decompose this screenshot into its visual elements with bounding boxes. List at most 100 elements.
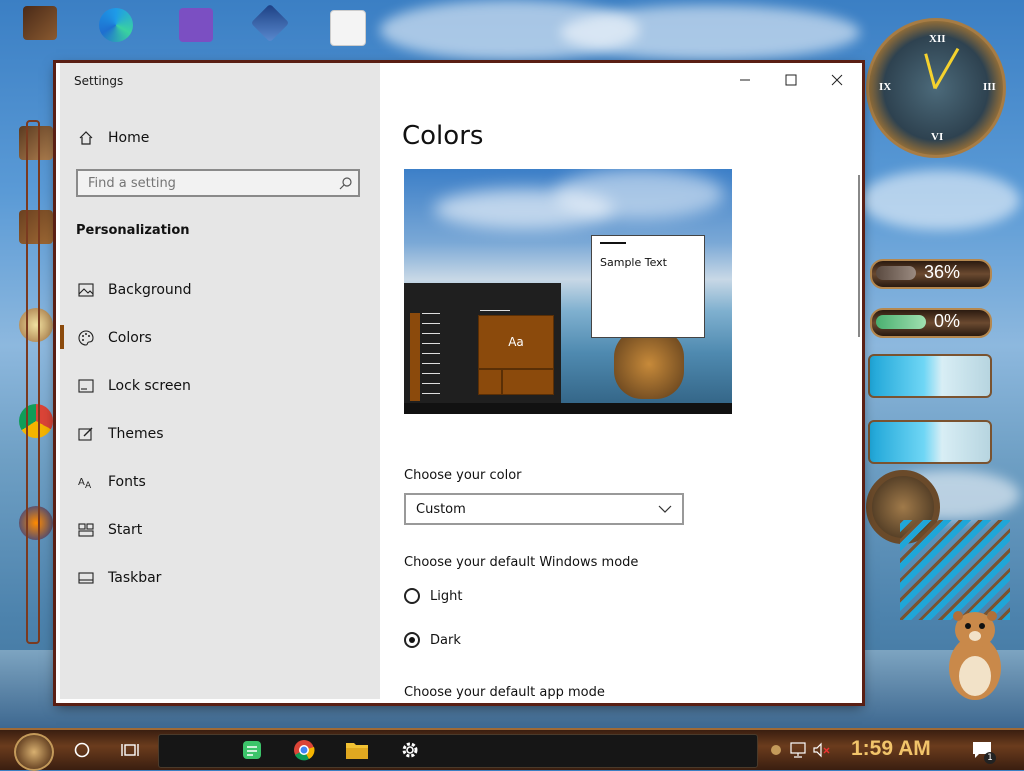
desktop-icon-edge[interactable] [94, 8, 138, 42]
sidebar-item-label: Background [108, 282, 192, 298]
settings-window: Settings Home Personalization Background [56, 63, 862, 703]
palette-icon [76, 328, 96, 348]
choose-color-label: Choose your color [404, 468, 522, 483]
preview-tile [502, 369, 554, 395]
nav-home-label: Home [108, 130, 150, 146]
sidebar-item-colors[interactable]: Colors [76, 323, 152, 353]
cpu-gauge-value: 36% [923, 262, 960, 282]
task-view-icon [121, 744, 139, 756]
frame-pillar [26, 120, 40, 644]
clock-minute-hand [933, 47, 960, 90]
taskbar-app-notes[interactable] [236, 734, 268, 766]
action-center-button[interactable]: 1 [970, 738, 996, 764]
sidebar-item-label: Start [108, 522, 143, 538]
start-button[interactable] [14, 733, 54, 771]
desktop-icon-hxd[interactable] [326, 10, 370, 46]
svg-text:A: A [85, 481, 92, 489]
svg-text:A: A [78, 477, 85, 488]
notification-count: 1 [984, 752, 996, 764]
search-icon[interactable] [334, 176, 358, 190]
radio-circle-selected[interactable] [404, 632, 420, 648]
sidebar-item-label: Themes [108, 426, 164, 442]
picture-icon [76, 280, 96, 300]
search-button[interactable] [66, 734, 98, 766]
edge-icon [99, 8, 133, 42]
close-button[interactable] [814, 63, 860, 97]
preview-accent-strip [410, 313, 420, 401]
minimize-button[interactable] [722, 63, 768, 97]
cloud [860, 170, 1020, 230]
preview-tile: Aa [478, 315, 554, 369]
desktop-icon-visual-studio[interactable] [174, 8, 218, 42]
sidebar-item-start[interactable]: Start [76, 515, 142, 545]
desktop-icon-virtualbox[interactable] [248, 3, 292, 43]
clock-numeral: VI [931, 131, 944, 143]
radio-label: Light [430, 588, 463, 604]
preview-start-menu: Aa [404, 283, 561, 409]
home-icon [76, 128, 96, 148]
radio-light[interactable]: Light [404, 588, 462, 604]
content-pane: Colors Aa Sample Text Choose your color … [380, 63, 862, 700]
taskbar-app-chrome[interactable] [288, 734, 320, 766]
start-icon [76, 520, 96, 540]
preview-menu-lines [422, 313, 440, 401]
radio-dark[interactable]: Dark [404, 632, 461, 648]
taskbar: 1:59 AM 1 [0, 728, 1024, 771]
preview-rock [614, 329, 684, 399]
maximize-button[interactable] [768, 63, 814, 97]
tray-network-button[interactable] [786, 738, 810, 762]
virtualbox-icon [250, 3, 290, 43]
volume-muted-icon [813, 742, 830, 758]
taskbar-app-settings[interactable] [394, 734, 426, 766]
sidebar-item-label: Fonts [108, 474, 146, 490]
drive-tube [868, 420, 992, 464]
app-mode-label: Choose your default app mode [404, 685, 605, 700]
page-title: Colors [402, 121, 484, 151]
close-icon [831, 74, 843, 86]
clock-numeral: III [983, 81, 996, 93]
color-preview: Aa Sample Text [404, 169, 732, 414]
sidebar-item-lock-screen[interactable]: Lock screen [76, 371, 191, 401]
radio-label: Dark [430, 632, 461, 648]
cpu-gauge-fill [876, 266, 916, 280]
nav-home[interactable]: Home [76, 123, 149, 153]
preview-sample-bar [600, 242, 626, 244]
active-indicator [60, 325, 64, 349]
tray-overflow-button[interactable] [764, 738, 788, 762]
memory-gauge-value: 0% [933, 311, 960, 331]
choose-color-dropdown[interactable]: Custom [404, 493, 684, 525]
choose-color-value: Custom [416, 501, 466, 517]
sidebar-item-taskbar[interactable]: Taskbar [76, 563, 161, 593]
folder-icon [23, 6, 57, 40]
scrollbar[interactable] [858, 175, 860, 337]
radio-circle[interactable] [404, 588, 420, 604]
chevron-up-icon [771, 745, 781, 755]
clock-gadget: XII III VI IX [866, 18, 1006, 158]
task-view-button[interactable] [114, 734, 146, 766]
sidebar-item-themes[interactable]: Themes [76, 419, 164, 449]
windows-mode-label: Choose your default Windows mode [404, 555, 639, 570]
search-box[interactable] [76, 169, 360, 197]
network-icon [790, 742, 806, 758]
preview-sample-text: Sample Text [600, 256, 667, 269]
sidebar-item-background[interactable]: Background [76, 275, 192, 305]
memory-gauge: 0% [870, 308, 992, 338]
sidebar: Settings Home Personalization Background [60, 63, 380, 699]
sidebar-item-label: Lock screen [108, 378, 191, 394]
sidebar-item-fonts[interactable]: AA Fonts [76, 467, 146, 497]
desktop-icon-user[interactable] [18, 6, 62, 40]
taskbar-app-file-explorer[interactable] [341, 734, 373, 766]
clock-numeral: IX [879, 81, 892, 93]
clock-time[interactable]: 1:59 AM [851, 737, 931, 761]
search-input[interactable] [78, 174, 334, 192]
preview-sample-window: Sample Text [591, 235, 705, 338]
window-title: Settings [74, 74, 124, 88]
minimize-icon [740, 79, 750, 81]
preview-line [480, 310, 510, 311]
maximize-icon [785, 74, 797, 86]
taskbar-icon [76, 568, 96, 588]
brush-icon [76, 424, 96, 444]
drive-tube [868, 354, 992, 398]
tray-volume-button[interactable] [810, 738, 834, 762]
cpu-gauge: 36% [870, 259, 992, 289]
